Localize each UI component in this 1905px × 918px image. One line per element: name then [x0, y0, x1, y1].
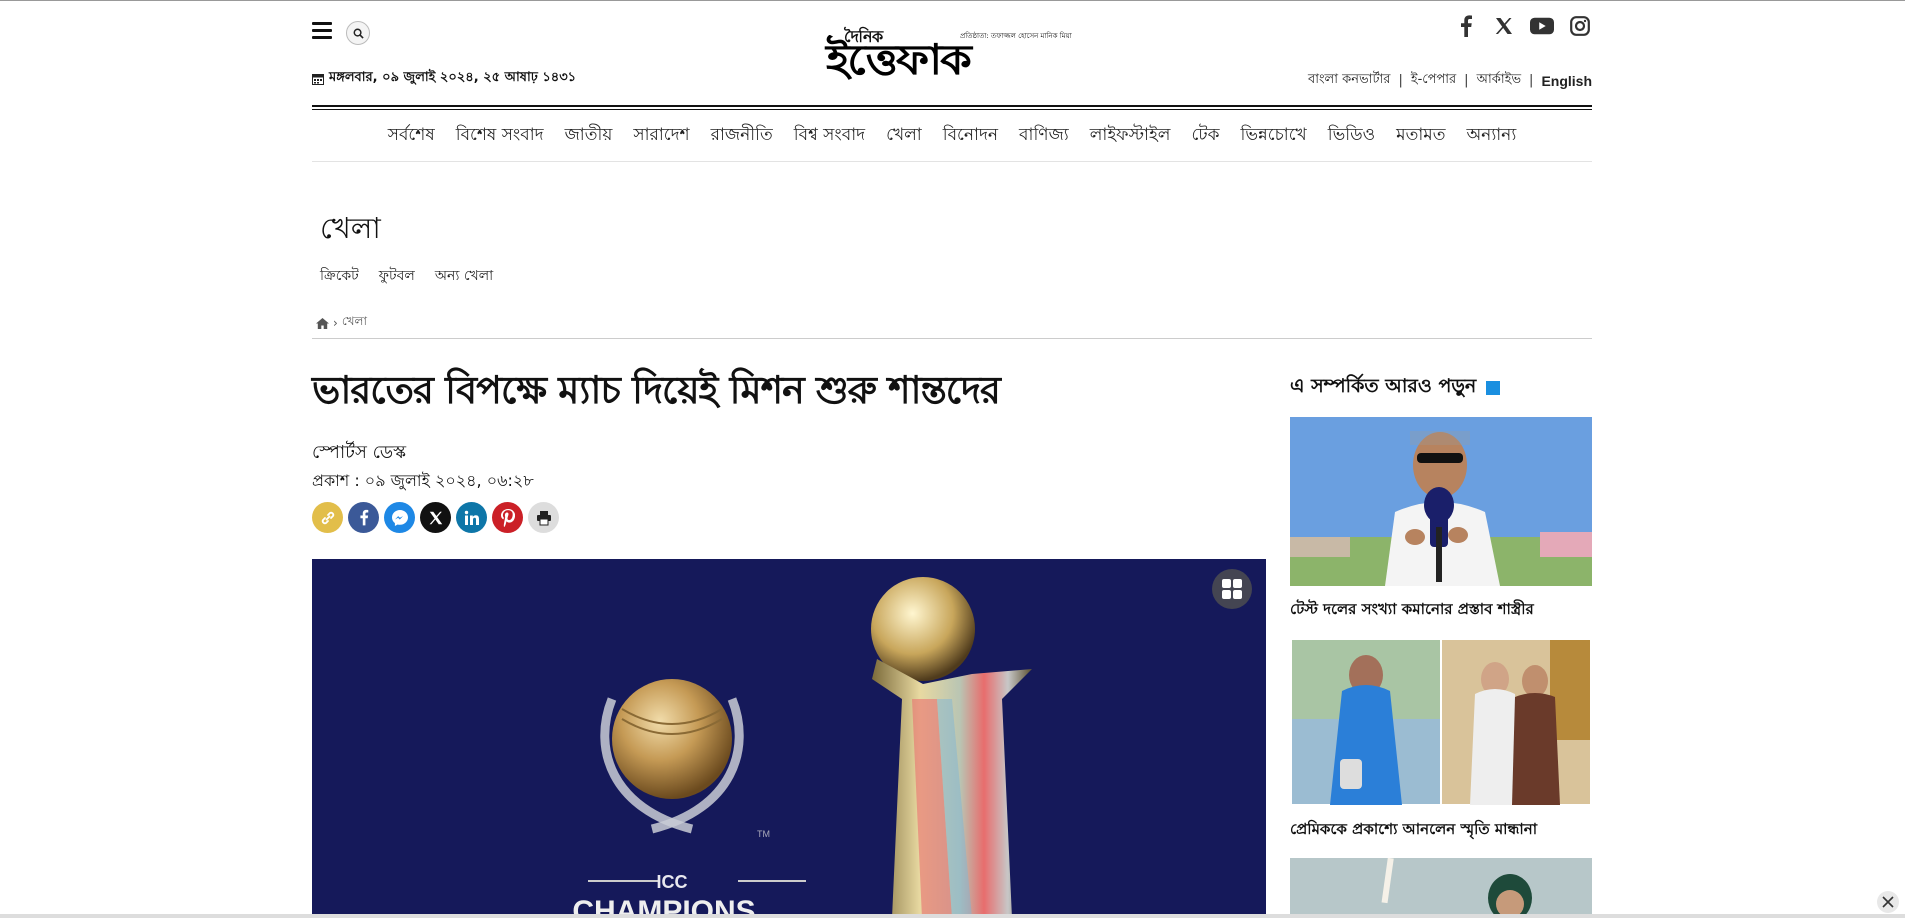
related-caption-2[interactable]: প্রেমিককে প্রকাশ্যে আনলেন স্মৃতি মান্ধান… — [1290, 818, 1592, 843]
nav-item-tech[interactable]: টেক — [1191, 122, 1219, 150]
nav-item-others[interactable]: অন্যান্য — [1466, 122, 1516, 150]
nav-item-video[interactable]: ভিডিও — [1328, 122, 1375, 150]
related-image-3[interactable] — [1290, 858, 1592, 918]
subnav-football[interactable]: ফুটবল — [379, 264, 415, 288]
related-photo-couple — [1290, 639, 1592, 805]
nav-item-lifestyle[interactable]: লাইফস্টাইল — [1090, 122, 1171, 150]
date-text: মঙ্গলবার, ০৯ জুলাই ২০২৪, ২৫ আষাঢ় ১৪৩১ — [329, 70, 577, 85]
current-date: মঙ্গলবার, ০৯ জুলাই ২০২৪, ২৫ আষাঢ় ১৪৩১ — [312, 68, 576, 89]
share-messenger-icon[interactable] — [384, 502, 415, 533]
gallery-icon[interactable] — [1212, 569, 1252, 609]
related-heading: এ সম্পর্কিত আরও পড়ুন — [1290, 372, 1501, 404]
separator: | — [1529, 73, 1534, 88]
main-nav: সর্বশেষ বিশেষ সংবাদ জাতীয় সারাদেশ রাজনী… — [312, 122, 1592, 150]
logo-main-text: ইত্তেফাক — [826, 35, 972, 84]
subnav-other-sports[interactable]: অন্য খেলা — [435, 264, 493, 288]
nav-item-opinion[interactable]: মতামত — [1396, 122, 1445, 150]
accent-square — [1486, 381, 1501, 395]
search-icon[interactable] — [346, 21, 370, 45]
nav-item-national[interactable]: জাতীয় — [565, 122, 613, 150]
share-facebook-icon[interactable] — [348, 502, 379, 533]
svg-text:ICC: ICC — [657, 872, 688, 892]
instagram-icon[interactable] — [1568, 14, 1592, 38]
nav-item-politics[interactable]: রাজনীতি — [711, 122, 773, 150]
separator: | — [1398, 73, 1403, 88]
english-link[interactable]: English — [1541, 73, 1592, 89]
logo-tagline: প্রতিষ্ঠাতা: তফাজ্জল হোসেন মানিক মিয়া — [960, 32, 1072, 40]
breadcrumb: › খেলা — [316, 313, 367, 333]
share-pinterest-icon[interactable] — [492, 502, 523, 533]
nav-item-country[interactable]: সারাদেশ — [633, 122, 689, 150]
close-icon[interactable] — [1877, 891, 1899, 913]
category-title: খেলা — [320, 211, 381, 245]
related-photo-cricketer — [1290, 858, 1592, 918]
epaper-link[interactable]: ই-পেপার — [1411, 70, 1456, 91]
trophy-illustration: TM ICC CHAMPIONS — [312, 559, 1266, 918]
top-links: বাংলা কনভার্টার | ই-পেপার | আর্কাইভ | En… — [1308, 70, 1592, 91]
nav-item-world[interactable]: বিশ্ব সংবাদ — [794, 122, 865, 150]
social-links — [1454, 14, 1592, 38]
archive-link[interactable]: আর্কাইভ — [1477, 70, 1521, 91]
youtube-icon[interactable] — [1530, 14, 1554, 38]
menu-icon[interactable] — [312, 22, 332, 40]
related-image-1[interactable] — [1290, 417, 1592, 586]
nav-item-business[interactable]: বাণিজ্য — [1019, 122, 1069, 150]
nav-item-entertainment[interactable]: বিনোদন — [943, 122, 998, 150]
calendar-icon — [312, 73, 324, 85]
article-date: প্রকাশ : ০৯ জুলাই ২০২৪, ০৬:২৮ — [312, 471, 534, 490]
nav-item-sports[interactable]: খেলা — [886, 122, 922, 150]
share-linkedin-icon[interactable] — [456, 502, 487, 533]
share-x-icon[interactable] — [420, 502, 451, 533]
top-border — [0, 0, 1905, 1]
related-photo-man-mic — [1290, 417, 1592, 586]
related-heading-text: এ সম্পর্কিত আরও পড়ুন — [1290, 375, 1477, 397]
home-icon[interactable] — [316, 317, 329, 329]
bottom-scroll-bar — [0, 914, 1905, 918]
separator: | — [1464, 73, 1469, 88]
subnav-cricket[interactable]: ক্রিকেট — [320, 264, 359, 288]
article-hero-image[interactable]: TM ICC CHAMPIONS — [312, 559, 1266, 918]
breadcrumb-separator: › — [333, 316, 338, 330]
related-caption-1[interactable]: টেস্ট দলের সংখ্যা কমানোর প্রস্তাব শাস্ত্… — [1290, 598, 1592, 623]
sub-nav: ক্রিকেট ফুটবল অন্য খেলা — [320, 264, 493, 288]
svg-text:TM: TM — [757, 829, 770, 839]
print-icon[interactable] — [528, 502, 559, 533]
related-image-2[interactable] — [1290, 639, 1592, 805]
converter-link[interactable]: বাংলা কনভার্টার — [1308, 70, 1391, 91]
x-icon[interactable] — [1492, 14, 1516, 38]
breadcrumb-divider — [312, 338, 1592, 339]
article-headline: ভারতের বিপক্ষে ম্যাচ দিয়েই মিশন শুরু শা… — [312, 367, 1001, 412]
site-logo[interactable]: দৈনিক প্রতিষ্ঠাতা: তফাজ্জল হোসেন মানিক ম… — [826, 24, 1082, 82]
header-divider — [312, 105, 1592, 107]
nav-item-opinion-eye[interactable]: ভিন্নচোখে — [1241, 122, 1307, 150]
article-author: স্পোর্টস ডেস্ক — [312, 442, 407, 463]
nav-item-latest[interactable]: সর্বশেষ — [388, 122, 435, 150]
header-divider-thin — [312, 109, 1592, 110]
nav-divider — [312, 161, 1592, 162]
nav-item-special[interactable]: বিশেষ সংবাদ — [456, 122, 544, 150]
breadcrumb-item[interactable]: খেলা — [342, 313, 367, 333]
copy-link-icon[interactable] — [312, 502, 343, 533]
share-bar — [312, 502, 559, 533]
facebook-icon[interactable] — [1454, 14, 1478, 38]
